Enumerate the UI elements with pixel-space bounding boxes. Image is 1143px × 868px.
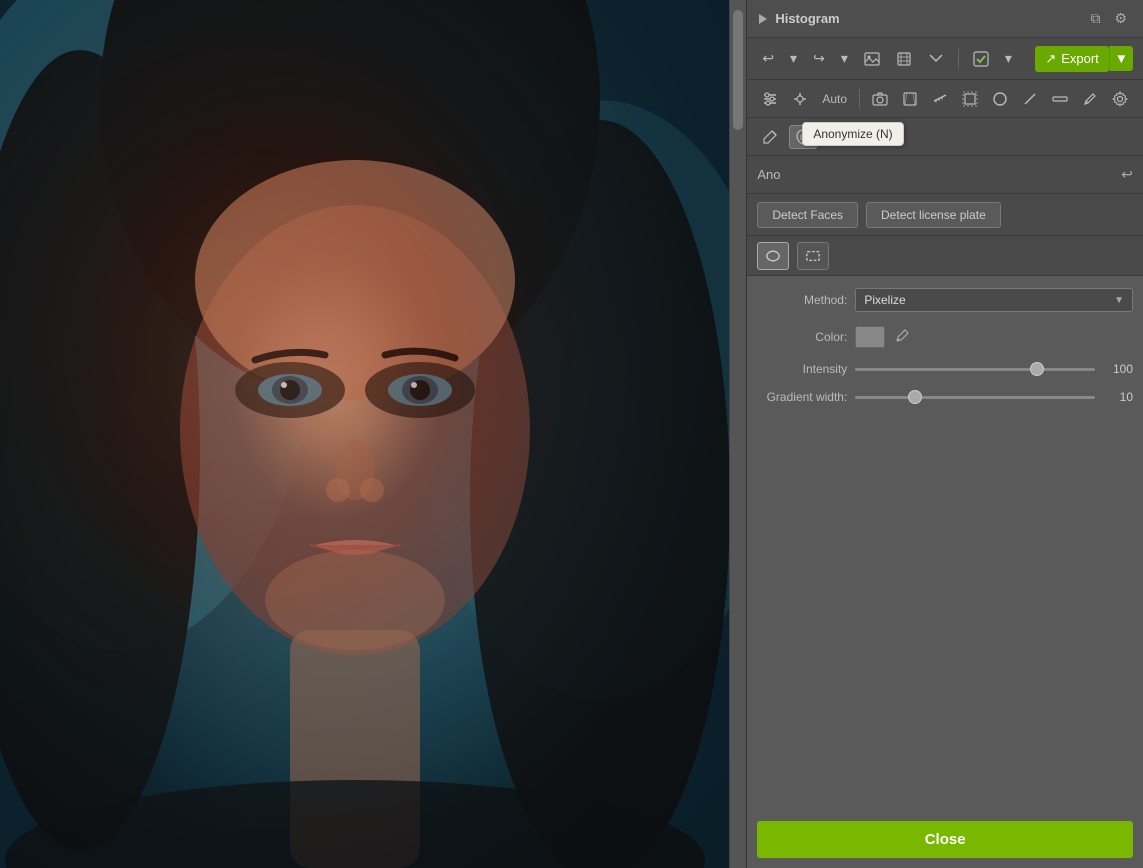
detect-row: Detect Faces Detect license plate (747, 194, 1143, 236)
more-button[interactable] (923, 48, 949, 70)
close-btn-wrapper: Close (747, 813, 1143, 868)
auto-label-btn[interactable]: Auto (817, 89, 852, 109)
expand-icon[interactable] (759, 14, 767, 24)
tools-row2: ▲ T Anonymize (N) (747, 118, 1143, 156)
intensity-fill (855, 368, 1030, 371)
gear-tool[interactable] (1107, 88, 1133, 110)
intensity-value: 100 (1103, 362, 1133, 376)
color-label: Color: (757, 330, 847, 344)
perspective-tool[interactable] (897, 88, 923, 110)
gradient-slider[interactable] (855, 396, 1095, 399)
anonymize-label: Ano (757, 167, 780, 182)
image-panel (0, 0, 729, 868)
tools-divider (859, 89, 860, 109)
histogram-title: Histogram (775, 11, 839, 26)
verify-button[interactable] (968, 48, 994, 70)
pen-tool[interactable] (1017, 88, 1043, 110)
portrait-image (0, 0, 729, 868)
gradient-track (855, 396, 1095, 399)
undo-anonymize-button[interactable]: ↩ (1121, 166, 1133, 183)
rect-shape-button[interactable] (797, 242, 829, 270)
intensity-slider[interactable] (855, 368, 1095, 371)
anonymize-tooltip: Anonymize (N) (802, 122, 903, 146)
redo-icon: ↪ (813, 50, 825, 67)
intensity-row: Intensity 100 (757, 362, 1133, 376)
tooltip-text: Anonymize (N) (813, 127, 892, 141)
eyedropper-button[interactable] (893, 327, 911, 348)
crop-tool[interactable] (957, 88, 983, 110)
gradient-thumb[interactable] (908, 390, 922, 404)
window-icon[interactable]: ⧉ (1086, 8, 1104, 29)
auto-text: Auto (822, 92, 847, 106)
export-dropdown-button[interactable]: ▼ (1109, 46, 1133, 71)
camera-tool[interactable] (867, 88, 893, 110)
magic-wand-tool[interactable] (787, 88, 813, 110)
histogram-header: Histogram ⧉ ⚙ (747, 0, 1143, 38)
tools-row: Auto (747, 80, 1143, 118)
close-button[interactable]: Close (757, 821, 1133, 858)
redo-button[interactable]: ↪ (808, 47, 830, 70)
detect-faces-label: Detect Faces (772, 208, 843, 222)
method-label: Method: (757, 293, 847, 307)
image-button[interactable] (859, 48, 885, 70)
gradient-width-row: Gradient width: 10 (757, 390, 1133, 404)
gradient-label: Gradient width: (757, 390, 847, 404)
scroll-thumb[interactable] (733, 10, 743, 130)
gradient-fill (855, 396, 908, 399)
undo-icon: ↩ (762, 50, 774, 67)
export-label: Export (1061, 51, 1099, 66)
method-dropdown-arrow: ▼ (1114, 295, 1124, 306)
intensity-track (855, 368, 1095, 371)
color-swatch[interactable] (855, 326, 885, 348)
intensity-label: Intensity (757, 362, 847, 376)
shape-row (747, 236, 1143, 276)
ruler-tool[interactable] (927, 88, 953, 110)
undo-button[interactable]: ↩ (757, 47, 779, 70)
toolbar-row: ↩ ▾ ↪ ▾ ▾ ↗ Export ▼ (747, 38, 1143, 80)
export-button[interactable]: ↗ Export (1035, 46, 1108, 72)
transform-button[interactable] (891, 48, 917, 70)
method-row: Method: Pixelize ▼ (757, 288, 1133, 312)
sliders-tool[interactable] (757, 88, 783, 110)
right-panel: Histogram ⧉ ⚙ ↩ ▾ ↪ ▾ ▾ (747, 0, 1143, 868)
undo-dropdown-button[interactable]: ▾ (785, 47, 802, 70)
redo-dropdown-button[interactable]: ▾ (836, 47, 853, 70)
settings-gear-icon[interactable]: ⚙ (1110, 8, 1131, 29)
line-tool[interactable] (1047, 88, 1073, 110)
method-value: Pixelize (864, 293, 905, 307)
scrollbar[interactable] (729, 0, 747, 868)
color-row: Color: (757, 326, 1133, 348)
export-icon: ↗ (1045, 51, 1056, 67)
detect-license-label: Detect license plate (881, 208, 986, 222)
settings-area: Method: Pixelize ▼ Color: Intensity (747, 276, 1143, 813)
check-dropdown[interactable]: ▾ (1000, 47, 1017, 70)
ellipse-shape-button[interactable] (757, 242, 789, 270)
brush-tool[interactable] (757, 126, 783, 148)
detect-license-button[interactable]: Detect license plate (866, 202, 1001, 228)
detect-faces-button[interactable]: Detect Faces (757, 202, 858, 228)
anonymize-row: Ano ↩ (747, 156, 1143, 194)
toolbar-divider (958, 49, 959, 69)
circle-tool[interactable] (987, 88, 1013, 110)
gradient-value: 10 (1103, 390, 1133, 404)
method-dropdown[interactable]: Pixelize ▼ (855, 288, 1133, 312)
pencil-tool[interactable] (1077, 88, 1103, 110)
intensity-thumb[interactable] (1030, 362, 1044, 376)
